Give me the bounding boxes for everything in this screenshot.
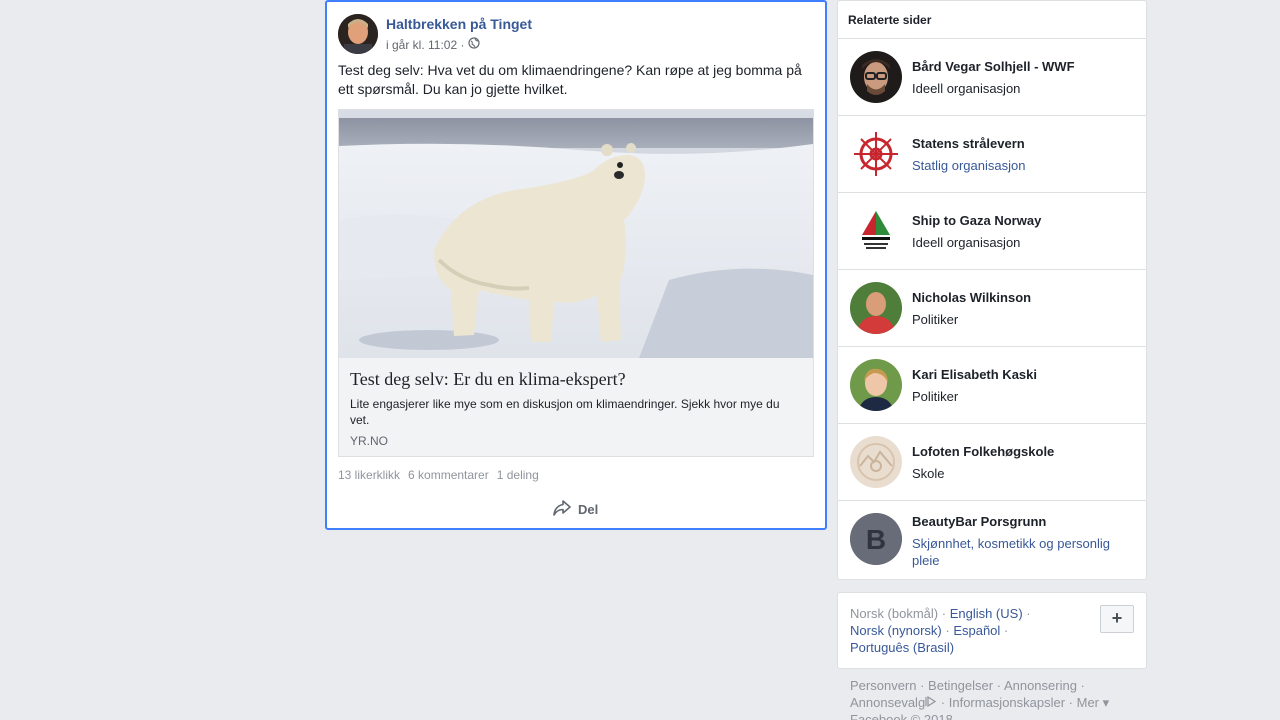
language-option[interactable]: Español — [953, 623, 1000, 638]
related-page-item[interactable]: Kari Elisabeth Kaski Politiker — [838, 347, 1146, 424]
related-page-avatar[interactable] — [850, 282, 902, 334]
copyright: Facebook © 2018 — [850, 712, 953, 720]
comments-count[interactable]: 6 kommentarer — [408, 468, 489, 482]
author-avatar[interactable] — [338, 14, 378, 54]
related-page-category: Politiker — [912, 389, 959, 404]
related-page-category: Ideell organisasjon — [912, 81, 1021, 96]
link-preview[interactable]: Test deg selv: Er du en klima-ekspert? L… — [338, 109, 814, 457]
language-selector: Norsk (bokmål) · English (US) · Norsk (n… — [837, 592, 1147, 669]
related-page-item[interactable]: Ship to Gaza Norway Ideell organisasjon — [838, 193, 1146, 270]
footer-link-advertising[interactable]: Annonsering — [1004, 678, 1077, 693]
share-label: Del — [578, 502, 599, 517]
share-icon — [552, 499, 572, 520]
related-pages-panel: Relaterte sider Bård Vegar Solhjell - WW… — [837, 0, 1147, 580]
link-preview-body: Test deg selv: Er du en klima-ekspert? L… — [339, 358, 813, 456]
share-button[interactable]: Del — [552, 499, 598, 520]
related-page-category[interactable]: Skjønnhet, kosmetikk og personlig pleie — [912, 535, 1137, 569]
link-title[interactable]: Test deg selv: Er du en klima-ekspert? — [350, 368, 802, 390]
language-option[interactable]: English (US) — [950, 606, 1023, 621]
related-page-name[interactable]: Bård Vegar Solhjell - WWF — [912, 59, 1075, 74]
post-meta: i går kl. 11:02 · — [386, 37, 481, 52]
current-language: Norsk (bokmål) — [850, 606, 939, 621]
page-initial: B — [866, 524, 886, 555]
post-stats: 13 likerklikk 6 kommentarer 1 deling — [338, 468, 539, 482]
footer-link-cookies[interactable]: Informasjonskapsler — [949, 695, 1065, 710]
related-page-category: Politiker — [912, 312, 959, 327]
footer-link-privacy[interactable]: Personvern — [850, 678, 916, 693]
related-page-category: Ideell organisasjon — [912, 235, 1021, 250]
related-page-item[interactable]: B BeautyBar Porsgrunn Skjønnhet, kosmeti… — [838, 501, 1146, 581]
language-option[interactable]: Português (Brasil) — [850, 640, 954, 655]
footer: Personvern · Betingelser · Annonsering ·… — [850, 677, 1140, 720]
post-author-name[interactable]: Haltbrekken på Tinget — [386, 16, 532, 32]
related-page-category: Skole — [912, 466, 945, 481]
related-pages-title: Relaterte sider — [838, 1, 1146, 39]
related-page-item[interactable]: Bård Vegar Solhjell - WWF Ideell organis… — [838, 39, 1146, 116]
related-page-avatar[interactable] — [850, 359, 902, 411]
globe-icon[interactable] — [468, 37, 481, 52]
related-page-avatar[interactable]: B — [850, 513, 902, 565]
language-option[interactable]: Norsk (nynorsk) — [850, 623, 942, 638]
link-domain: YR.NO — [350, 434, 389, 448]
shares-count[interactable]: 1 deling — [497, 468, 539, 482]
related-page-name[interactable]: Kari Elisabeth Kaski — [912, 367, 1037, 382]
caret-down-icon[interactable]: ▾ — [1099, 695, 1110, 710]
radiation-logo-icon[interactable] — [850, 128, 902, 180]
post-card: Haltbrekken på Tinget i går kl. 11:02 · … — [325, 0, 827, 530]
link-description: Lite engasjerer like mye som en diskusjo… — [350, 397, 780, 427]
related-page-name[interactable]: Nicholas Wilkinson — [912, 290, 1031, 305]
related-page-item[interactable]: Nicholas Wilkinson Politiker — [838, 270, 1146, 347]
footer-link-more[interactable]: Mer — [1077, 695, 1099, 710]
related-page-name[interactable]: BeautyBar Porsgrunn — [912, 514, 1046, 529]
ship-logo-icon[interactable] — [850, 205, 902, 257]
footer-link-terms[interactable]: Betingelser — [928, 678, 993, 693]
related-page-avatar[interactable] — [850, 51, 902, 103]
add-language-button[interactable]: + — [1100, 605, 1134, 633]
adchoices-icon[interactable] — [925, 695, 937, 710]
post-timestamp[interactable]: i går kl. 11:02 · — [386, 38, 464, 52]
related-page-name[interactable]: Statens strålevern — [912, 136, 1025, 151]
related-page-avatar[interactable] — [850, 436, 902, 488]
related-page-item[interactable]: Lofoten Folkehøgskole Skole — [838, 424, 1146, 501]
related-page-category[interactable]: Statlig organisasjon — [912, 157, 1137, 174]
likes-count[interactable]: 13 likerklikk — [338, 468, 400, 482]
footer-link-adchoices[interactable]: Annonsevalg — [850, 695, 925, 710]
related-page-item[interactable]: Statens strålevern Statlig organisasjon — [838, 116, 1146, 193]
related-page-name[interactable]: Ship to Gaza Norway — [912, 213, 1041, 228]
post-text: Test deg selv: Hva vet du om klimaendrin… — [338, 62, 802, 97]
related-page-name[interactable]: Lofoten Folkehøgskole — [912, 444, 1054, 459]
polar-bear-image[interactable] — [339, 110, 813, 358]
